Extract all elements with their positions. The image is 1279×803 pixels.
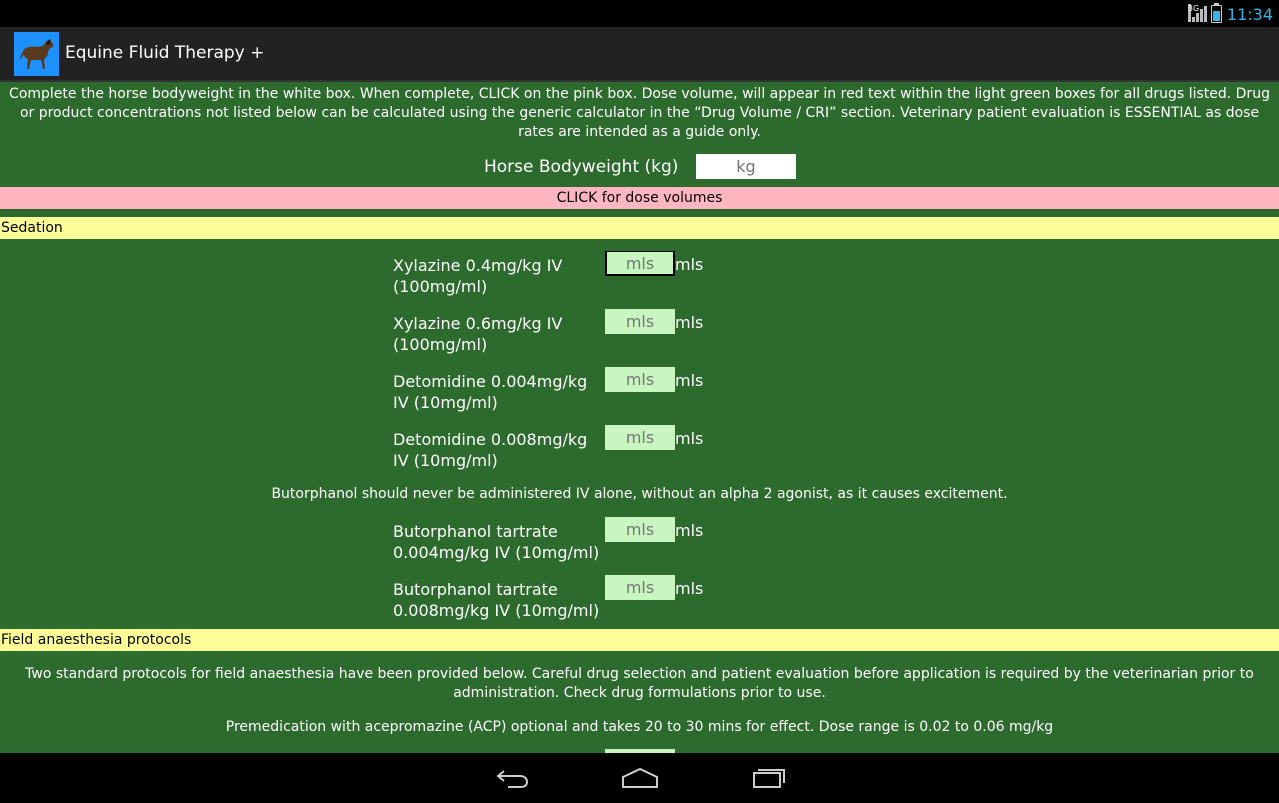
drug-line1: Xylazine 0.4mg/kg IV — [393, 256, 563, 275]
dose-volumes-button[interactable]: CLICK for dose volumes — [0, 187, 1279, 209]
field-intro-text: Two standard protocols for field anaesth… — [25, 666, 1254, 701]
drug-line1: Butorphanol tartrate — [393, 580, 558, 599]
drug-line2: (100mg/ml) — [393, 335, 488, 354]
dose-output-xylazine-0-4[interactable] — [605, 251, 675, 276]
status-bar: 3G 11:34 — [0, 0, 1279, 27]
drug-label: Xylazine 0.4mg/kg IV (100mg/ml) — [393, 255, 603, 297]
dose-output-detomidine-0-008[interactable] — [605, 425, 675, 450]
status-indicators: 3G 11:34 — [1187, 3, 1273, 25]
network-type: 3G — [1187, 4, 1199, 22]
app-title: Equine Fluid Therapy + — [65, 43, 265, 63]
bodyweight-row: Horse Bodyweight (kg) — [0, 153, 1279, 181]
drug-line1: Detomidine 0.008mg/kg — [393, 430, 588, 449]
dose-output-detomidine-0-004[interactable] — [605, 367, 675, 392]
section-field-anaesthesia: Field anaesthesia protocols — [0, 629, 1279, 651]
home-icon[interactable] — [620, 763, 660, 793]
clock: 11:34 — [1226, 4, 1273, 24]
dose-output-butorphanol-0-008[interactable] — [605, 575, 675, 600]
bodyweight-input[interactable] — [696, 154, 796, 179]
drug-line2: (100mg/ml) — [393, 277, 488, 296]
battery-icon — [1210, 3, 1222, 23]
action-bar: Equine Fluid Therapy + — [0, 27, 1279, 82]
navigation-bar — [0, 753, 1279, 803]
back-icon[interactable] — [492, 763, 532, 793]
recents-icon[interactable] — [749, 763, 789, 793]
bodyweight-label: Horse Bodyweight (kg) — [484, 157, 679, 177]
unit-label: mls — [675, 313, 704, 332]
unit-label: mls — [675, 255, 704, 274]
intro-text: Complete the horse bodyweight in the whi… — [9, 86, 1270, 140]
dose-output-butorphanol-0-004[interactable] — [605, 517, 675, 542]
drug-line2: IV (10mg/ml) — [393, 393, 498, 412]
main-content[interactable]: Complete the horse bodyweight in the whi… — [0, 82, 1279, 753]
drug-line1: Detomidine 0.004mg/kg — [393, 372, 588, 391]
drug-line1: Xylazine 0.6mg/kg IV — [393, 314, 563, 333]
unit-label: mls — [675, 521, 704, 540]
horse-icon[interactable] — [14, 32, 59, 76]
unit-label: mls — [675, 429, 704, 448]
premedication-text: Premedication with acepromazine (ACP) op… — [225, 719, 1054, 735]
dose-output-xylazine-0-6[interactable] — [605, 309, 675, 334]
drug-label: Xylazine 0.6mg/kg IV (100mg/ml) — [393, 313, 603, 355]
drug-label: Butorphanol tartrate 0.004mg/kg IV (10mg… — [393, 521, 608, 563]
unit-label: mls — [675, 579, 704, 598]
drug-label: Detomidine 0.008mg/kg IV (10mg/ml) — [393, 429, 603, 471]
unit-label: mls — [675, 371, 704, 390]
drug-label: Detomidine 0.004mg/kg IV (10mg/ml) — [393, 371, 603, 413]
drug-label: Butorphanol tartrate 0.008mg/kg IV (10mg… — [393, 579, 608, 621]
butorphanol-warning: Butorphanol should never be administered… — [271, 486, 1008, 502]
drug-line2: 0.004mg/kg IV (10mg/ml) — [393, 543, 600, 562]
drug-line2: IV (10mg/ml) — [393, 451, 498, 470]
signal-icon: 3G — [1187, 4, 1207, 22]
drug-line2: 0.008mg/kg IV (10mg/ml) — [393, 601, 600, 620]
drug-line1: Butorphanol tartrate — [393, 522, 558, 541]
section-sedation: Sedation — [0, 217, 1279, 239]
